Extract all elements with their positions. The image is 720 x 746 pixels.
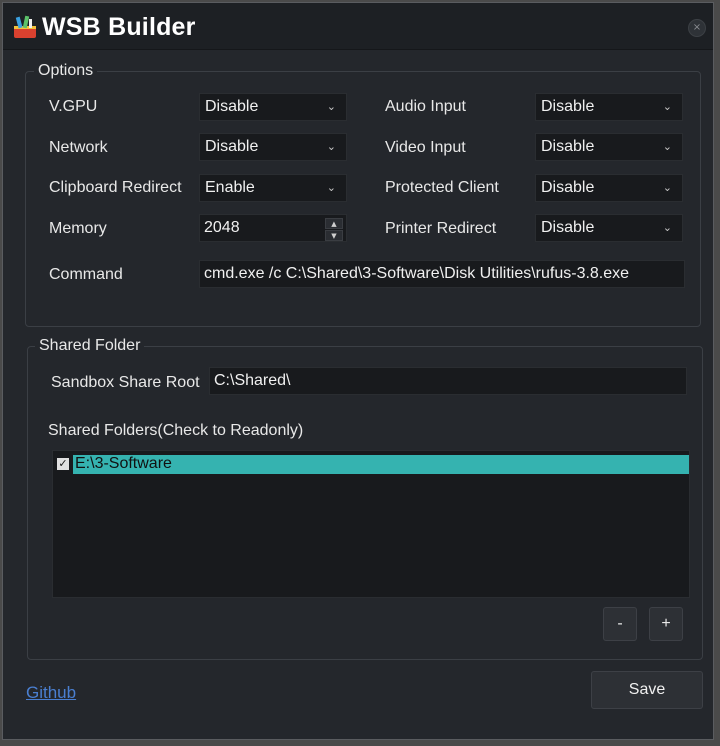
chevron-down-icon: ⌄ xyxy=(662,221,672,234)
vgpu-value: Disable xyxy=(205,98,259,115)
title-bar: WSB Builder × xyxy=(3,3,713,50)
clipboard-select[interactable]: Enable ⌄ xyxy=(199,174,347,202)
audio-value: Disable xyxy=(541,98,595,115)
printer-value: Disable xyxy=(541,219,595,236)
remove-folder-button[interactable]: - xyxy=(603,607,637,641)
clipboard-label: Clipboard Redirect xyxy=(49,179,182,196)
shared-folders-list[interactable]: ✓ E:\3-Software xyxy=(52,450,690,598)
audio-select[interactable]: Disable ⌄ xyxy=(535,93,683,121)
protected-value: Disable xyxy=(541,179,595,196)
add-folder-button[interactable]: + xyxy=(649,607,683,641)
spin-up-button[interactable]: ▲ xyxy=(325,218,343,229)
memory-value: 2048 xyxy=(204,219,240,236)
list-item[interactable]: E:\3-Software xyxy=(73,455,689,474)
share-root-input[interactable]: C:\Shared\ xyxy=(209,367,687,395)
network-label: Network xyxy=(49,139,108,156)
memory-stepper[interactable]: 2048 ▲ ▼ xyxy=(199,214,347,242)
spin-down-button[interactable]: ▼ xyxy=(325,230,343,241)
vgpu-label: V.GPU xyxy=(49,98,98,115)
save-button[interactable]: Save xyxy=(591,671,703,709)
close-icon[interactable]: × xyxy=(693,22,701,33)
chevron-down-icon: ⌄ xyxy=(326,140,336,153)
readonly-checkbox[interactable]: ✓ xyxy=(57,458,69,470)
printer-label: Printer Redirect xyxy=(385,220,497,237)
share-root-value: C:\Shared\ xyxy=(214,372,291,389)
video-select[interactable]: Disable ⌄ xyxy=(535,133,683,161)
network-value: Disable xyxy=(205,138,259,155)
close-button[interactable]: × xyxy=(688,19,706,37)
memory-label: Memory xyxy=(49,220,107,237)
vgpu-select[interactable]: Disable ⌄ xyxy=(199,93,347,121)
options-group-title: Options xyxy=(34,62,98,80)
chevron-down-icon: ⌄ xyxy=(326,181,336,194)
shared-folders-label: Shared Folders(Check to Readonly) xyxy=(48,422,304,439)
command-input[interactable]: cmd.exe /c C:\Shared\3-Software\Disk Uti… xyxy=(199,260,685,288)
toolbox-icon xyxy=(14,15,36,38)
folder-path: E:\3-Software xyxy=(75,455,172,472)
audio-label: Audio Input xyxy=(385,98,466,115)
clipboard-value: Enable xyxy=(205,179,255,196)
chevron-down-icon: ⌄ xyxy=(662,181,672,194)
window-title: WSB Builder xyxy=(42,13,196,41)
video-value: Disable xyxy=(541,138,595,155)
share-root-label: Sandbox Share Root xyxy=(51,374,200,391)
protected-select[interactable]: Disable ⌄ xyxy=(535,174,683,202)
chevron-down-icon: ⌄ xyxy=(662,140,672,153)
chevron-down-icon: ⌄ xyxy=(326,100,336,113)
main-window: WSB Builder × Options V.GPU Disable ⌄ Ne… xyxy=(2,2,714,740)
shared-folder-title: Shared Folder xyxy=(35,337,145,355)
video-label: Video Input xyxy=(385,139,466,156)
protected-label: Protected Client xyxy=(385,179,499,196)
github-link[interactable]: Github xyxy=(26,683,76,703)
chevron-down-icon: ⌄ xyxy=(662,100,672,113)
command-value: cmd.exe /c C:\Shared\3-Software\Disk Uti… xyxy=(204,265,630,282)
network-select[interactable]: Disable ⌄ xyxy=(199,133,347,161)
command-label: Command xyxy=(49,266,123,283)
printer-select[interactable]: Disable ⌄ xyxy=(535,214,683,242)
